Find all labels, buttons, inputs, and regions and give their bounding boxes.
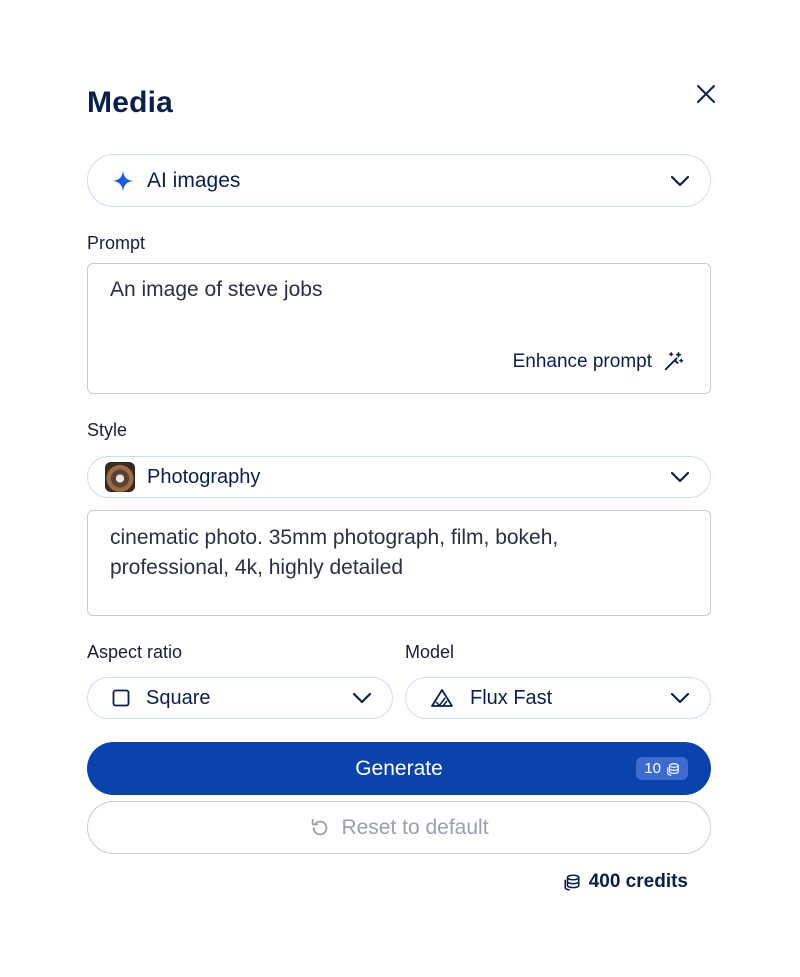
style-select[interactable]: Photography bbox=[87, 456, 711, 498]
coins-icon bbox=[564, 874, 580, 891]
model-icon bbox=[430, 688, 454, 708]
media-type-select[interactable]: AI images bbox=[87, 154, 711, 207]
chevron-down-icon bbox=[670, 471, 690, 483]
generate-label: Generate bbox=[355, 756, 443, 780]
close-icon bbox=[697, 85, 715, 103]
model-select[interactable]: Flux Fast bbox=[405, 677, 711, 719]
style-label: Style bbox=[87, 420, 128, 440]
style-value: Photography bbox=[147, 465, 261, 488]
aspect-ratio-select[interactable]: Square bbox=[87, 677, 393, 719]
chevron-down-icon bbox=[670, 175, 690, 187]
media-type-value: AI images bbox=[147, 168, 241, 192]
chevron-down-icon bbox=[352, 692, 372, 704]
magic-wand-icon bbox=[664, 352, 684, 371]
enhance-prompt-button[interactable]: Enhance prompt bbox=[513, 351, 684, 373]
cost-value: 10 bbox=[644, 760, 661, 777]
credits-text: 400 credits bbox=[588, 871, 688, 892]
square-icon bbox=[112, 689, 130, 707]
model-value: Flux Fast bbox=[470, 686, 553, 709]
generate-button[interactable]: Generate 10 bbox=[87, 742, 711, 795]
prompt-text[interactable]: An image of steve jobs bbox=[110, 278, 322, 302]
enhance-prompt-label: Enhance prompt bbox=[512, 351, 652, 372]
style-description[interactable]: cinematic photo. 35mm photograph, film, … bbox=[110, 523, 670, 583]
reset-label: Reset to default bbox=[341, 815, 489, 839]
style-thumbnail bbox=[105, 462, 135, 492]
close-button[interactable] bbox=[692, 80, 720, 108]
prompt-textarea[interactable]: An image of steve jobs Enhance prompt bbox=[87, 263, 711, 394]
model-label: Model bbox=[405, 642, 455, 662]
credits-balance: 400 credits bbox=[563, 871, 688, 893]
reset-icon bbox=[312, 818, 328, 835]
coins-icon bbox=[667, 762, 679, 776]
aspect-ratio-value: Square bbox=[146, 686, 211, 709]
aspect-ratio-label: Aspect ratio bbox=[87, 642, 183, 662]
reset-to-default-button[interactable]: Reset to default bbox=[87, 801, 711, 854]
sparkle-icon bbox=[112, 170, 134, 192]
panel-title: Media bbox=[87, 86, 174, 119]
cost-badge: 10 bbox=[636, 757, 688, 780]
style-description-textarea[interactable]: cinematic photo. 35mm photograph, film, … bbox=[87, 510, 711, 616]
chevron-down-icon bbox=[670, 692, 690, 704]
prompt-label: Prompt bbox=[87, 233, 146, 253]
